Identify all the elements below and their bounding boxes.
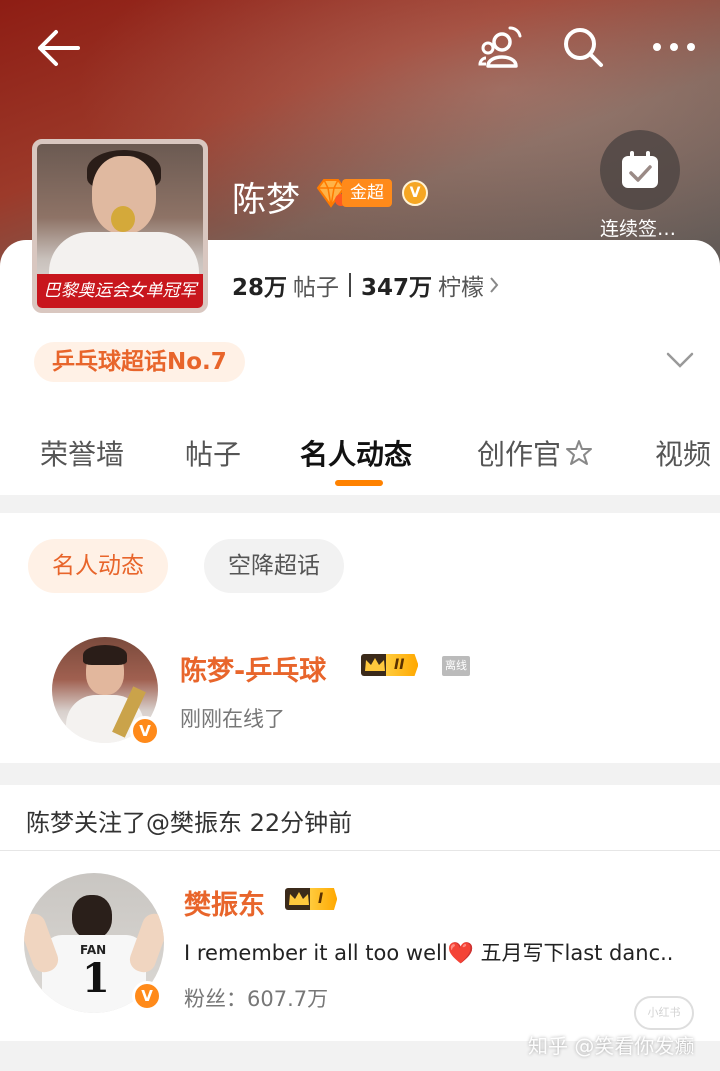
calendar-check-icon bbox=[622, 151, 658, 188]
lemons-count: 347万 bbox=[361, 275, 433, 301]
search-button[interactable] bbox=[558, 22, 608, 72]
followed-user-card[interactable]: FAN 1 V 樊振东 I I remember it all too well… bbox=[0, 851, 720, 1041]
top-bar bbox=[0, 0, 720, 95]
people-icon bbox=[478, 26, 522, 68]
chevron-right-icon[interactable] bbox=[488, 275, 500, 295]
avatar-banner: 巴黎奥运会女单冠军 bbox=[37, 274, 203, 308]
tab-video[interactable]: 视频 bbox=[655, 433, 711, 473]
filter-celebrity-activity[interactable]: 名人动态 bbox=[28, 539, 168, 593]
verified-icon: V bbox=[130, 716, 160, 746]
user1-hair bbox=[83, 645, 127, 665]
badge-label: 金超 bbox=[342, 179, 392, 207]
profile-name: 陈梦 bbox=[232, 180, 300, 220]
user2-level-badge: I bbox=[284, 887, 338, 911]
activity-text: 陈梦关注了@樊振东 22分钟前 bbox=[26, 809, 353, 837]
more-button[interactable] bbox=[646, 22, 702, 72]
more-icon bbox=[653, 43, 695, 51]
tab-creator-label: 创作官 bbox=[477, 438, 562, 471]
user2-fans: 粉丝：607.7万 bbox=[184, 987, 329, 1011]
stats-divider bbox=[349, 273, 352, 297]
profile-avatar[interactable]: 巴黎奥运会女单冠军 bbox=[32, 139, 208, 313]
checkin-circle bbox=[600, 130, 680, 210]
filter-airdrop-topic[interactable]: 空降超话 bbox=[204, 539, 344, 593]
crown-icon bbox=[361, 654, 389, 676]
lemons-label[interactable]: 柠檬 bbox=[438, 268, 484, 302]
jersey-number: 1 bbox=[82, 955, 110, 1002]
tab-celebrity-activity[interactable]: 名人动态 bbox=[300, 433, 412, 473]
arrow-left-icon bbox=[38, 30, 80, 66]
tab-creator[interactable]: 创作官 bbox=[477, 433, 595, 473]
user1-name[interactable]: 陈梦-乒乓球 bbox=[180, 649, 326, 688]
verified-icon: V bbox=[402, 180, 428, 206]
user2-hair bbox=[72, 895, 112, 939]
user2-name[interactable]: 樊振东 bbox=[184, 883, 265, 922]
active-tab-indicator bbox=[335, 480, 383, 486]
posts-count: 28万 bbox=[232, 275, 288, 301]
crown-icon bbox=[285, 888, 313, 910]
celebrity-section: 名人动态 空降超话 V 陈梦-乒乓球 II 离线 刚刚在线了 bbox=[0, 513, 720, 763]
user2-bio: I remember it all too well❤️ 五月写下last da… bbox=[184, 941, 674, 965]
user1-level-badge: II bbox=[360, 653, 419, 677]
activity-header: 陈梦关注了@樊振东 22分钟前 bbox=[0, 785, 720, 850]
checkin-button[interactable]: 连续签… bbox=[600, 130, 680, 241]
checkin-label: 连续签… bbox=[599, 218, 676, 240]
user1-status: 刚刚在线了 bbox=[180, 707, 285, 731]
watermark-text: 知乎 @笑看你发癫 bbox=[528, 1034, 695, 1058]
chevron-down-icon bbox=[666, 352, 694, 368]
profile-stats: 28万 帖子 347万 柠檬 bbox=[232, 268, 500, 302]
sparkle-icon bbox=[566, 440, 593, 465]
people-button[interactable] bbox=[474, 22, 526, 74]
profile-tabs: 荣誉墙 帖子 名人动态 创作官 视频 bbox=[0, 425, 720, 486]
verified-icon: V bbox=[132, 981, 162, 1011]
back-button[interactable] bbox=[30, 24, 84, 72]
tab-honor-wall[interactable]: 荣誉墙 bbox=[40, 433, 124, 473]
offline-badge: 离线 bbox=[442, 656, 470, 676]
user1-level: II bbox=[386, 654, 419, 676]
gold-super-badge[interactable]: 金超 bbox=[314, 178, 392, 208]
watermark-logo: 小红书 bbox=[634, 996, 694, 1030]
expand-button[interactable] bbox=[664, 346, 696, 374]
topic-rank-chip[interactable]: 乒乓球超话No.7 bbox=[34, 342, 245, 382]
medal-icon bbox=[111, 206, 135, 232]
search-icon bbox=[564, 28, 603, 67]
user2-level: I bbox=[310, 888, 338, 910]
posts-label[interactable]: 帖子 bbox=[293, 268, 339, 302]
tab-posts[interactable]: 帖子 bbox=[185, 433, 241, 473]
